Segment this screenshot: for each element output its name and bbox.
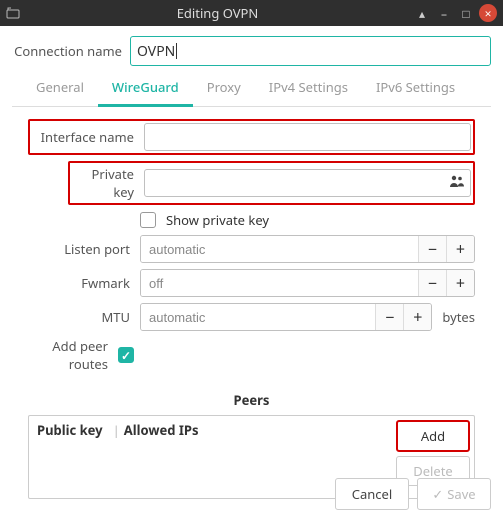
listen-port-stepper[interactable]: − + [140, 235, 475, 263]
connection-name-value: OVPN [137, 42, 175, 61]
check-icon: ✓ [432, 485, 443, 503]
save-button[interactable]: ✓ Save [417, 478, 491, 510]
interface-name-label: Interface name [32, 128, 144, 146]
window-maximize-icon[interactable]: □ [457, 4, 475, 22]
peers-col-public-key[interactable]: Public key [37, 421, 103, 439]
dialog-footer: Cancel ✓ Save [0, 468, 503, 520]
show-private-key-checkbox[interactable] [140, 212, 156, 228]
mtu-minus-icon[interactable]: − [375, 304, 403, 330]
mtu-stepper[interactable]: − + [140, 303, 432, 331]
connection-name-label: Connection name [12, 42, 130, 60]
mtu-suffix: bytes [442, 308, 475, 326]
fwmark-stepper[interactable]: − + [140, 269, 475, 297]
peers-title: Peers [28, 391, 475, 409]
window-title: Editing OVPN [26, 4, 409, 22]
tabs: General WireGuard Proxy IPv4 Settings IP… [12, 70, 491, 107]
cancel-button[interactable]: Cancel [335, 478, 409, 510]
tab-general[interactable]: General [22, 70, 98, 106]
tab-wireguard[interactable]: WireGuard [98, 70, 193, 107]
interface-name-input[interactable] [144, 123, 471, 151]
users-icon[interactable] [449, 174, 465, 192]
fwmark-minus-icon[interactable]: − [418, 270, 446, 296]
save-label: Save [447, 485, 475, 503]
private-key-label: Private key [72, 165, 144, 201]
mtu-label: MTU [28, 308, 140, 326]
add-peer-routes-checkbox[interactable]: ✓ [118, 347, 134, 363]
window-minimize-icon[interactable]: – [435, 4, 453, 22]
private-key-input[interactable] [144, 169, 471, 197]
tab-ipv6-settings[interactable]: IPv6 Settings [362, 70, 469, 106]
listen-port-label: Listen port [28, 240, 140, 258]
connection-name-input[interactable]: OVPN [130, 36, 491, 66]
peers-col-allowed-ips[interactable]: Allowed IPs [124, 421, 199, 439]
peers-header: Public key | Allowed IPs [29, 416, 392, 444]
listen-port-minus-icon[interactable]: − [418, 236, 446, 262]
text-caret-icon [176, 43, 177, 59]
fwmark-input[interactable] [141, 270, 418, 296]
peers-add-button[interactable]: Add [396, 420, 470, 452]
window-close-icon[interactable]: × [479, 4, 497, 22]
mtu-plus-icon[interactable]: + [403, 304, 431, 330]
tab-proxy[interactable]: Proxy [193, 70, 255, 106]
mtu-input[interactable] [141, 304, 375, 330]
titlebar: Editing OVPN ▴ – □ × [0, 0, 503, 26]
listen-port-plus-icon[interactable]: + [446, 236, 474, 262]
add-peer-routes-label: Add peer routes [18, 337, 118, 373]
tab-ipv4-settings[interactable]: IPv4 Settings [255, 70, 362, 106]
window-ontop-icon[interactable]: ▴ [413, 4, 431, 22]
app-icon [6, 6, 20, 20]
fwmark-plus-icon[interactable]: + [446, 270, 474, 296]
show-private-key-label: Show private key [166, 211, 269, 229]
fwmark-label: Fwmark [28, 274, 140, 292]
listen-port-input[interactable] [141, 236, 418, 262]
